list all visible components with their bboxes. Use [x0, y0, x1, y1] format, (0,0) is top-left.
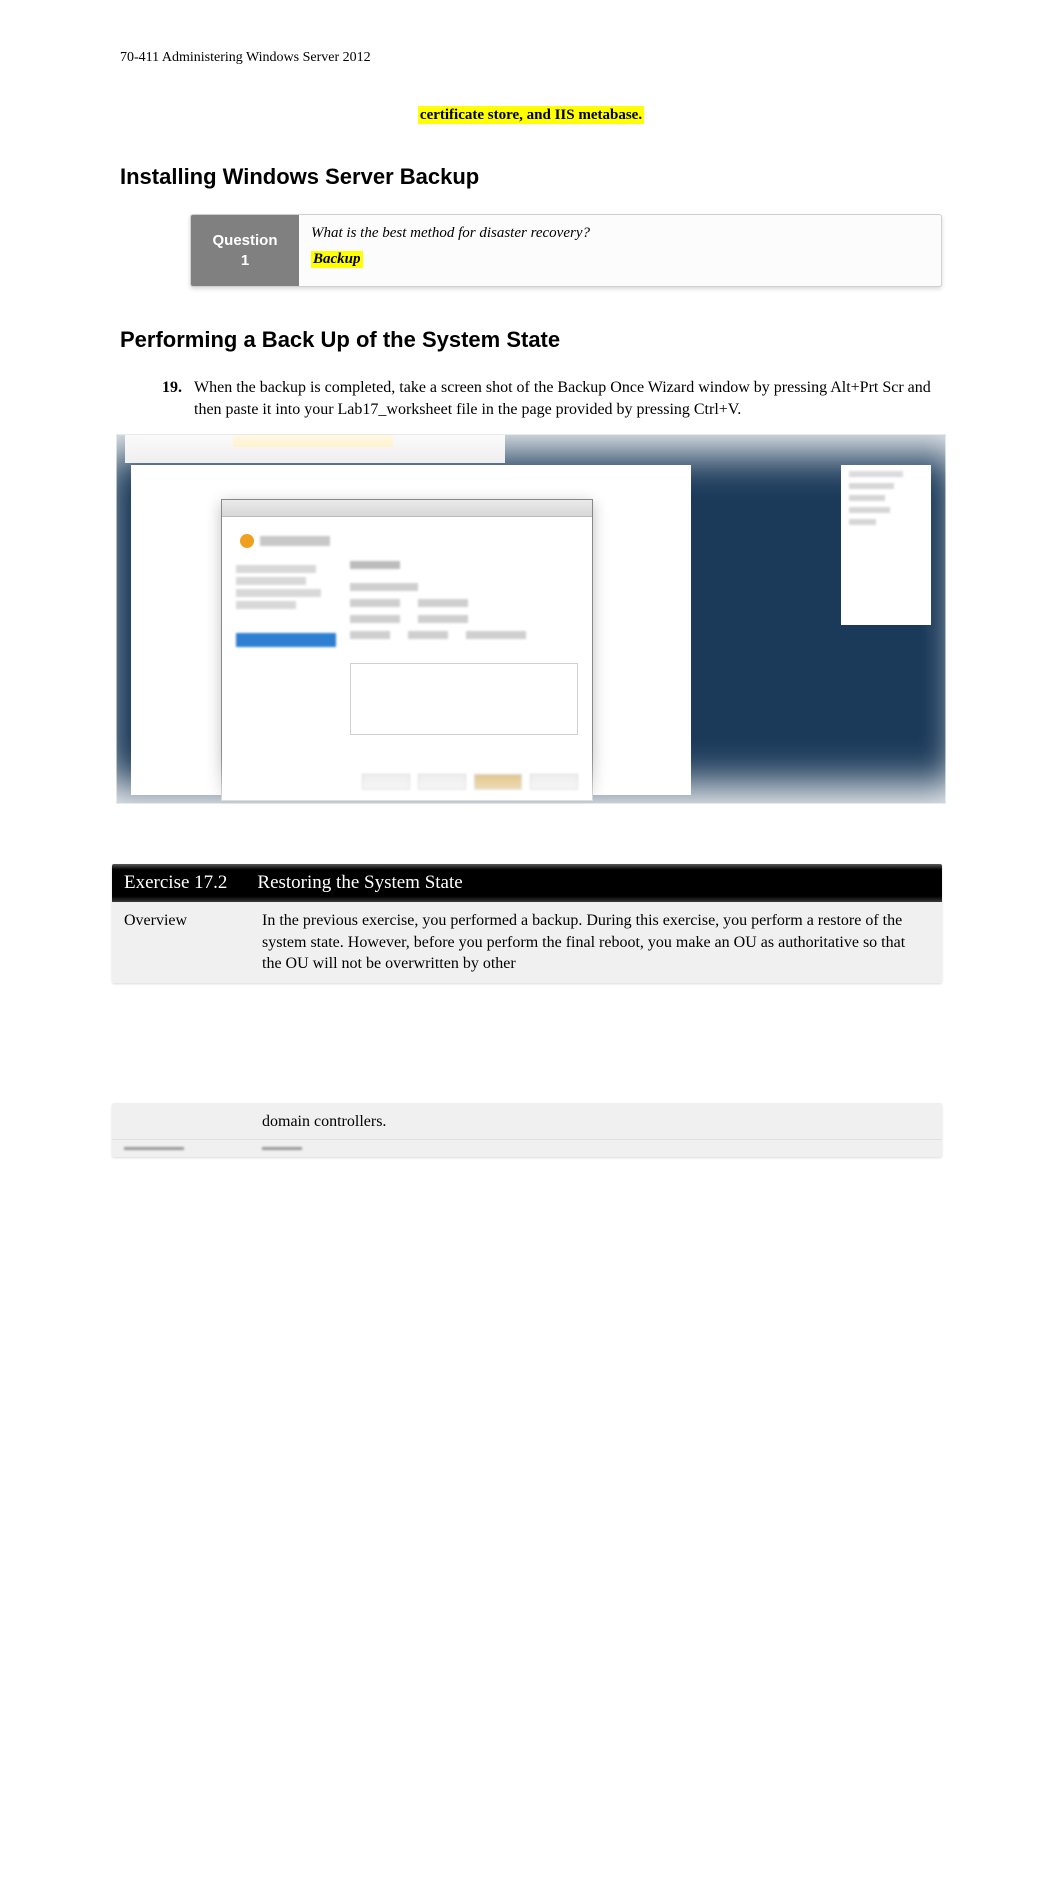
step-number: 19.: [142, 377, 194, 420]
exercise-title: Restoring the System State: [257, 872, 462, 894]
exercise-overview-tail: domain controllers.: [262, 1103, 942, 1139]
question-label-line2: 1: [205, 251, 285, 271]
question-label-line1: Question: [205, 231, 285, 251]
running-header: 70-411 Administering Windows Server 2012: [120, 50, 942, 66]
exercise-overview-row: Overview In the previous exercise, you p…: [112, 902, 942, 983]
question-answer: Backup: [311, 251, 363, 268]
highlight-fragment-text: certificate store, and IIS metabase.: [418, 106, 644, 124]
question-box: Question 1 What is the best method for d…: [190, 214, 942, 287]
highlight-fragment: certificate store, and IIS metabase.: [120, 106, 942, 124]
step-19: 19. When the backup is completed, take a…: [142, 377, 942, 420]
exercise-block-continued: domain controllers. ▬▬▬▬▬▬ ▬▬▬▬: [112, 1103, 942, 1157]
exercise-overview-label: Overview: [112, 902, 262, 983]
section-heading-install: Installing Windows Server Backup: [120, 164, 942, 190]
question-label: Question 1: [191, 215, 299, 286]
screenshot-backup-wizard: [116, 434, 946, 804]
exercise-overview-text: In the previous exercise, you performed …: [262, 902, 942, 983]
question-text: What is the best method for disaster rec…: [311, 225, 925, 242]
exercise-header: Exercise 17.2 Restoring the System State: [112, 864, 942, 902]
exercise-number: Exercise 17.2: [124, 872, 227, 894]
step-text: When the backup is completed, take a scr…: [194, 377, 942, 420]
section-heading-backup: Performing a Back Up of the System State: [120, 327, 942, 353]
exercise-block: Exercise 17.2 Restoring the System State…: [112, 864, 942, 983]
